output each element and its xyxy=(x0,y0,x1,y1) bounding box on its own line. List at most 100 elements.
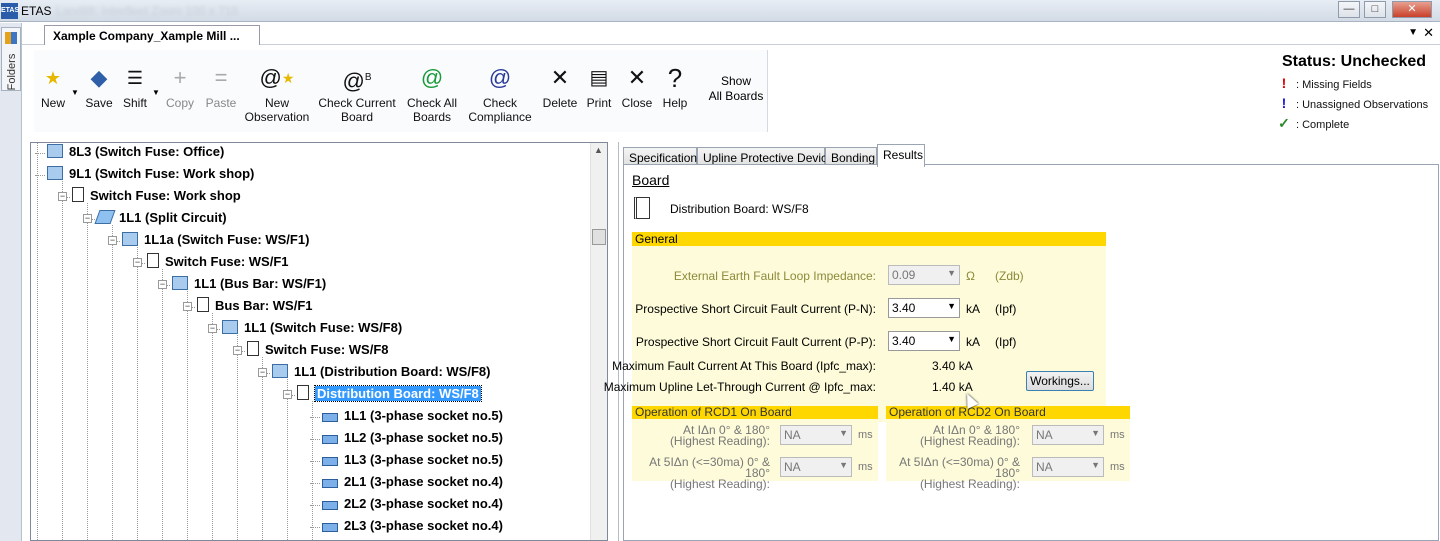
spiral-green-icon: @ xyxy=(420,65,444,90)
help-button[interactable]: ? Help xyxy=(660,64,690,134)
tree-guide-line xyxy=(262,357,263,540)
check-compliance-button[interactable]: @ Check Compliance xyxy=(466,64,534,134)
tree-node[interactable]: Distribution Board: WS/F8 xyxy=(297,385,482,405)
tree-expander-icon[interactable]: − xyxy=(108,236,117,245)
minimize-button[interactable]: — xyxy=(1338,1,1360,18)
tree-node[interactable]: 1L1a (Switch Fuse: WS/F1) xyxy=(122,231,309,251)
tree-node[interactable]: 8L3 (Switch Fuse: Office) xyxy=(47,143,224,163)
tree-node-label: 1L1 (Bus Bar: WS/F1) xyxy=(194,276,327,291)
scroll-up-icon[interactable]: ▲ xyxy=(594,145,603,155)
shift-button[interactable]: ☰ Shift xyxy=(120,64,150,134)
tab-menu-arrow-icon[interactable]: ▼ xyxy=(1408,27,1418,38)
external-earth-note: (Zdb) xyxy=(995,269,1024,283)
check-all-boards-button[interactable]: @ Check All Boards xyxy=(404,64,460,134)
tree-expander-icon[interactable]: − xyxy=(183,302,192,311)
tree-node[interactable]: Switch Fuse: WS/F8 xyxy=(247,341,389,361)
tree-node[interactable]: 1L2 (3-phase socket no.5) xyxy=(322,429,503,449)
pscc-pp-combo[interactable]: 3.40 ▼ xyxy=(888,331,960,351)
close-window-button[interactable]: ✕ xyxy=(1392,1,1432,18)
maximize-button[interactable]: □ xyxy=(1364,1,1386,18)
show-all-boards-button[interactable]: Show All Boards xyxy=(704,74,768,104)
tree-guide-line xyxy=(312,401,313,540)
spiral-star-icon: @★ xyxy=(259,65,295,90)
tree-node[interactable]: 2L3 (3-phase socket no.4) xyxy=(322,517,503,537)
new-dropdown-arrow-icon[interactable]: ▼ xyxy=(71,88,79,97)
rcd2-row1-combo[interactable]: NA ▼ xyxy=(1032,425,1104,445)
board-icon xyxy=(197,297,209,312)
external-earth-combo[interactable]: 0.09 ▼ xyxy=(888,265,960,285)
rcd2-row1-value: NA xyxy=(1036,428,1053,442)
delete-button[interactable]: ✕ Delete xyxy=(540,64,580,134)
new-button[interactable]: ★ New xyxy=(38,64,68,134)
shift-dropdown-arrow-icon[interactable]: ▼ xyxy=(152,88,160,97)
tree-node[interactable]: 1L1 (Bus Bar: WS/F1) xyxy=(172,275,326,295)
tree-expander-icon[interactable]: − xyxy=(283,390,292,399)
board-heading[interactable]: Board xyxy=(632,172,669,188)
circuit-icon xyxy=(322,435,338,444)
rcd1-row1-unit: ms xyxy=(858,429,873,441)
rcd2-row2-unit: ms xyxy=(1110,461,1125,473)
check-compliance-label-2: Compliance xyxy=(468,110,532,124)
tree-node[interactable]: 2L2 (3-phase socket no.4) xyxy=(322,495,503,515)
check-all-boards-label-2: Boards xyxy=(412,110,452,124)
paste-button[interactable]: = Paste xyxy=(204,64,238,134)
tree-node[interactable]: 2L1 (3-phase socket no.4) xyxy=(322,473,503,493)
tree-expander-icon[interactable]: − xyxy=(233,346,242,355)
chevron-down-icon: ▼ xyxy=(839,428,848,438)
max-letthrough-value: 1.40 kA xyxy=(932,380,973,394)
workings-button[interactable]: Workings... xyxy=(1026,371,1094,391)
tree-node-label: 1L3 (3-phase socket no.5) xyxy=(344,452,503,467)
general-section: External Earth Fault Loop Impedance: 0.0… xyxy=(604,246,1106,422)
tree-scrollbar[interactable]: ▲ xyxy=(590,143,607,540)
print-button[interactable]: ▤ Print xyxy=(584,64,614,134)
tree-node-label: 1L1 (Split Circuit) xyxy=(119,210,227,225)
tree-expander-icon[interactable]: − xyxy=(133,258,142,267)
document-tab[interactable]: Xample Company_Xample Mill ... xyxy=(44,25,260,45)
detail-panel: Specification Upline Protective Device B… xyxy=(604,142,1440,541)
pscc-pn-combo[interactable]: 3.40 ▼ xyxy=(888,298,960,318)
check-all-boards-label-1: Check All xyxy=(406,96,458,110)
tree-node[interactable]: 1L1 (Distribution Board: WS/F8) xyxy=(272,363,490,383)
tab-results[interactable]: Results xyxy=(877,144,925,167)
tree-node[interactable]: Bus Bar: WS/F1 xyxy=(197,297,313,317)
scroll-thumb[interactable] xyxy=(592,229,606,245)
close-button[interactable]: ✕ Close xyxy=(620,64,654,134)
tree-expander-icon[interactable]: − xyxy=(58,192,67,201)
tree-expander-icon[interactable]: − xyxy=(258,368,267,377)
tree-node[interactable]: 1L1 (Split Circuit) xyxy=(94,209,227,229)
checkmark-icon: ✓ xyxy=(1278,115,1290,131)
copy-button[interactable]: + Copy xyxy=(164,64,196,134)
chevron-down-icon: ▼ xyxy=(947,334,956,344)
max-fault-value: 3.40 kA xyxy=(932,359,973,373)
tab-close-icon[interactable]: ✕ xyxy=(1423,25,1434,41)
spiral-blue-icon: @ xyxy=(488,65,512,90)
rcd1-row1-combo[interactable]: NA ▼ xyxy=(780,425,852,445)
tree-node-label: 1L1 (Distribution Board: WS/F8) xyxy=(294,364,491,379)
new-observation-button[interactable]: @★ New Observation xyxy=(242,64,312,134)
tree-expander-icon[interactable]: − xyxy=(83,214,92,223)
paste-label: Paste xyxy=(205,96,237,110)
new-observation-label-2: Observation xyxy=(244,110,310,124)
tree-node[interactable]: 1L3 (3-phase socket no.5) xyxy=(322,451,503,471)
board-tree[interactable]: 8L3 (Switch Fuse: Office) 9L1 (Switch Fus… xyxy=(30,142,608,541)
external-earth-label: External Earth Fault Loop Impedance: xyxy=(673,269,876,283)
tree-node[interactable]: 1L1 (3-phase socket no.5) xyxy=(322,407,503,427)
tree-guide-line xyxy=(287,379,288,540)
tree-expander-icon[interactable]: − xyxy=(158,280,167,289)
tree-node[interactable]: 9L1 (Switch Fuse: Work shop) xyxy=(47,165,254,185)
rcd1-row2-combo[interactable]: NA ▼ xyxy=(780,457,852,477)
rcd2-row2-combo[interactable]: NA ▼ xyxy=(1032,457,1104,477)
check-current-board-button[interactable]: @B Check Current Board xyxy=(318,64,396,134)
max-letthrough-label: Maximum Upline Let-Through Current @ Ipf… xyxy=(603,380,876,394)
tree-node[interactable]: 1L1 (Switch Fuse: WS/F8) xyxy=(222,319,402,339)
folders-tab[interactable]: Folders xyxy=(1,27,21,91)
save-button[interactable]: ◆ Save xyxy=(82,64,116,134)
rcd1-row2-value: NA xyxy=(784,460,801,474)
tree-expander-icon[interactable]: − xyxy=(208,324,217,333)
rcd1-section-header: Operation of RCD1 On Board xyxy=(632,406,878,419)
bus-icon xyxy=(122,232,138,246)
tree-node[interactable]: Switch Fuse: WS/F1 xyxy=(147,253,289,273)
rcd1-section: At IΔn 0° & 180° (Highest Reading): NA ▼ … xyxy=(632,419,878,490)
rcd2-section: At IΔn 0° & 180° (Highest Reading): NA ▼ … xyxy=(886,419,1130,490)
tree-node[interactable]: Switch Fuse: Work shop xyxy=(72,187,241,207)
